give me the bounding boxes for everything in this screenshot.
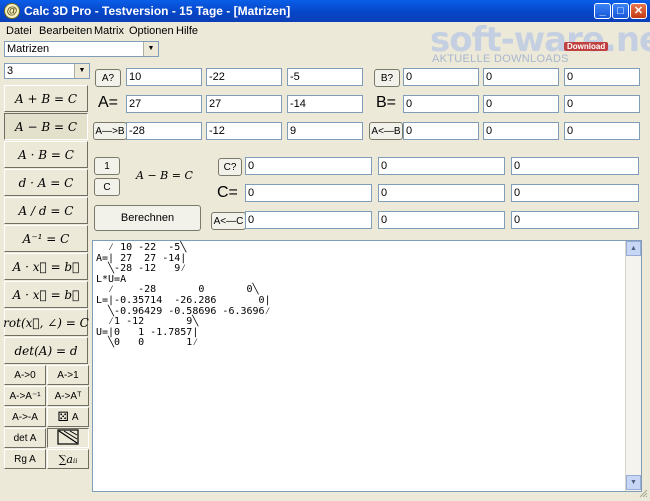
matrix-b-cell[interactable]: 0 [483,95,559,113]
triangle-matrix-icon [56,428,80,448]
menu-optionen[interactable]: Optionen [129,25,174,37]
mode-select-value: Matrizen [7,43,50,55]
matrix-a-cell[interactable]: 10 [126,68,202,86]
op-matrix-vector-button[interactable]: A · x⃗ = b⃗ [4,253,88,280]
a-to-negative-button[interactable]: A->-A [4,407,46,427]
dice-icon: ⚄ [57,409,69,424]
menu-hilfe[interactable]: Hilfe [176,25,198,37]
op-solve-system-button[interactable]: A · x⃗ = b⃗ [4,281,88,308]
menu-datei[interactable]: Datei [6,25,32,37]
watermark-logo: soft-ware.net Download AKTUELLE DOWNLOAD… [430,20,650,70]
matrix-b-cell[interactable]: 0 [483,68,559,86]
matrix-a-query-button[interactable]: A? [95,69,121,87]
maximize-button[interactable]: □ [612,3,629,19]
matrix-b-cell[interactable]: 0 [403,95,479,113]
app-icon[interactable]: @ [4,3,20,19]
det-a-button[interactable]: det A [4,428,46,448]
matrix-b-cell[interactable]: 0 [564,68,640,86]
op-inverse-button[interactable]: A⁻¹ = C [4,225,88,252]
triangular-matrix-button[interactable] [47,428,89,448]
random-matrix-button[interactable]: ⚄ A [47,407,89,427]
matrix-c-query-button[interactable]: C? [218,158,242,176]
mode-c-button[interactable]: C [94,178,120,196]
output-area[interactable]: ⁄ 10 -22 -5╲ A=| 27 27 -14| ╲-28 -12 9⁄ … [92,240,642,492]
minimize-button[interactable]: _ [594,3,611,19]
matrix-c-cell[interactable]: 0 [511,184,639,202]
matrix-b-cell[interactable]: 0 [564,95,640,113]
op-subtract-button[interactable]: A − B = C [4,113,88,140]
op-multiply-button[interactable]: A · B = C [4,141,88,168]
op-scalar-multiply-button[interactable]: d · A = C [4,169,88,196]
operation-formula: A − B = C [136,169,193,182]
op-scalar-divide-button[interactable]: A / d = C [4,197,88,224]
matrix-c-cell[interactable]: 0 [511,157,639,175]
a-to-inverse-button[interactable]: A->A⁻¹ [4,386,46,406]
matrix-a-to-b-button[interactable]: A—>B [93,122,127,140]
title-bar[interactable]: @ Calc 3D Pro - Testversion - 15 Tage - … [0,0,650,22]
matrix-b-cell[interactable]: 0 [564,122,640,140]
matrix-b-to-a-button[interactable]: A<—B [369,122,403,140]
window-title: Calc 3D Pro - Testversion - 15 Tage - [M… [24,4,291,18]
watermark-badge: Download [564,42,609,51]
matrix-c-cell[interactable]: 0 [378,157,505,175]
watermark-tagline: AKTUELLE DOWNLOADS [432,53,569,65]
size-select-value: 3 [7,65,14,77]
chevron-down-icon[interactable]: ▼ [143,42,158,56]
matrix-b-label: B= [376,94,397,111]
size-select[interactable]: 3 ▼ [4,63,90,79]
matrix-a-cell[interactable]: -5 [287,68,363,86]
matrix-c-to-a-button[interactable]: A<—C [211,212,246,230]
close-button[interactable]: ✕ [630,3,647,19]
op-rotation-button[interactable]: rot(x⃗, ∠) = C [3,309,89,336]
matrix-b-query-button[interactable]: B? [374,69,400,87]
matrix-a-label: A= [98,94,119,111]
matrix-c-label: C= [217,184,238,201]
matrix-c-cell[interactable]: 0 [245,157,372,175]
mode-one-button[interactable]: 1 [94,157,120,175]
a-to-transpose-button[interactable]: A->Aᵀ [47,386,89,406]
random-matrix-label: A [71,411,79,423]
matrix-a-cell[interactable]: -22 [206,68,282,86]
matrix-a-cell[interactable]: -14 [287,95,363,113]
trace-button[interactable]: ∑aᵢᵢ [47,449,89,469]
menu-bearbeiten[interactable]: Bearbeiten [39,25,92,37]
op-add-button[interactable]: A + B = C [4,85,88,112]
matrix-a-cell[interactable]: -28 [126,122,202,140]
matrix-a-cell[interactable]: 27 [126,95,202,113]
matrix-a-cell[interactable]: 27 [206,95,282,113]
output-text: ⁄ 10 -22 -5╲ A=| 27 27 -14| ╲-28 -12 9⁄ … [96,242,271,349]
matrix-b-cell[interactable]: 0 [403,68,479,86]
matrix-c-cell[interactable]: 0 [245,184,372,202]
menu-matrix[interactable]: Matrix [94,25,124,37]
calculate-button[interactable]: Berechnen [94,205,201,231]
matrix-b-cell[interactable]: 0 [403,122,479,140]
matrix-c-cell[interactable]: 0 [511,211,639,229]
scroll-up-icon[interactable]: ▲ [626,241,641,256]
matrix-b-cell[interactable]: 0 [483,122,559,140]
a-to-zero-button[interactable]: A->0 [4,365,46,385]
matrix-c-cell[interactable]: 0 [378,184,505,202]
op-determinant-button[interactable]: det(A) = d [4,337,88,364]
resize-grip-icon[interactable] [638,488,648,498]
chevron-down-icon[interactable]: ▼ [74,64,89,78]
a-to-identity-button[interactable]: A->1 [47,365,89,385]
matrix-c-cell[interactable]: 0 [378,211,505,229]
matrix-a-cell[interactable]: -12 [206,122,282,140]
matrix-a-cell[interactable]: 9 [287,122,363,140]
matrix-c-cell[interactable]: 0 [245,211,372,229]
rank-a-button[interactable]: Rg A [4,449,46,469]
vertical-scrollbar[interactable]: ▲ ▼ [625,241,641,491]
mode-select[interactable]: Matrizen ▼ [4,41,159,57]
